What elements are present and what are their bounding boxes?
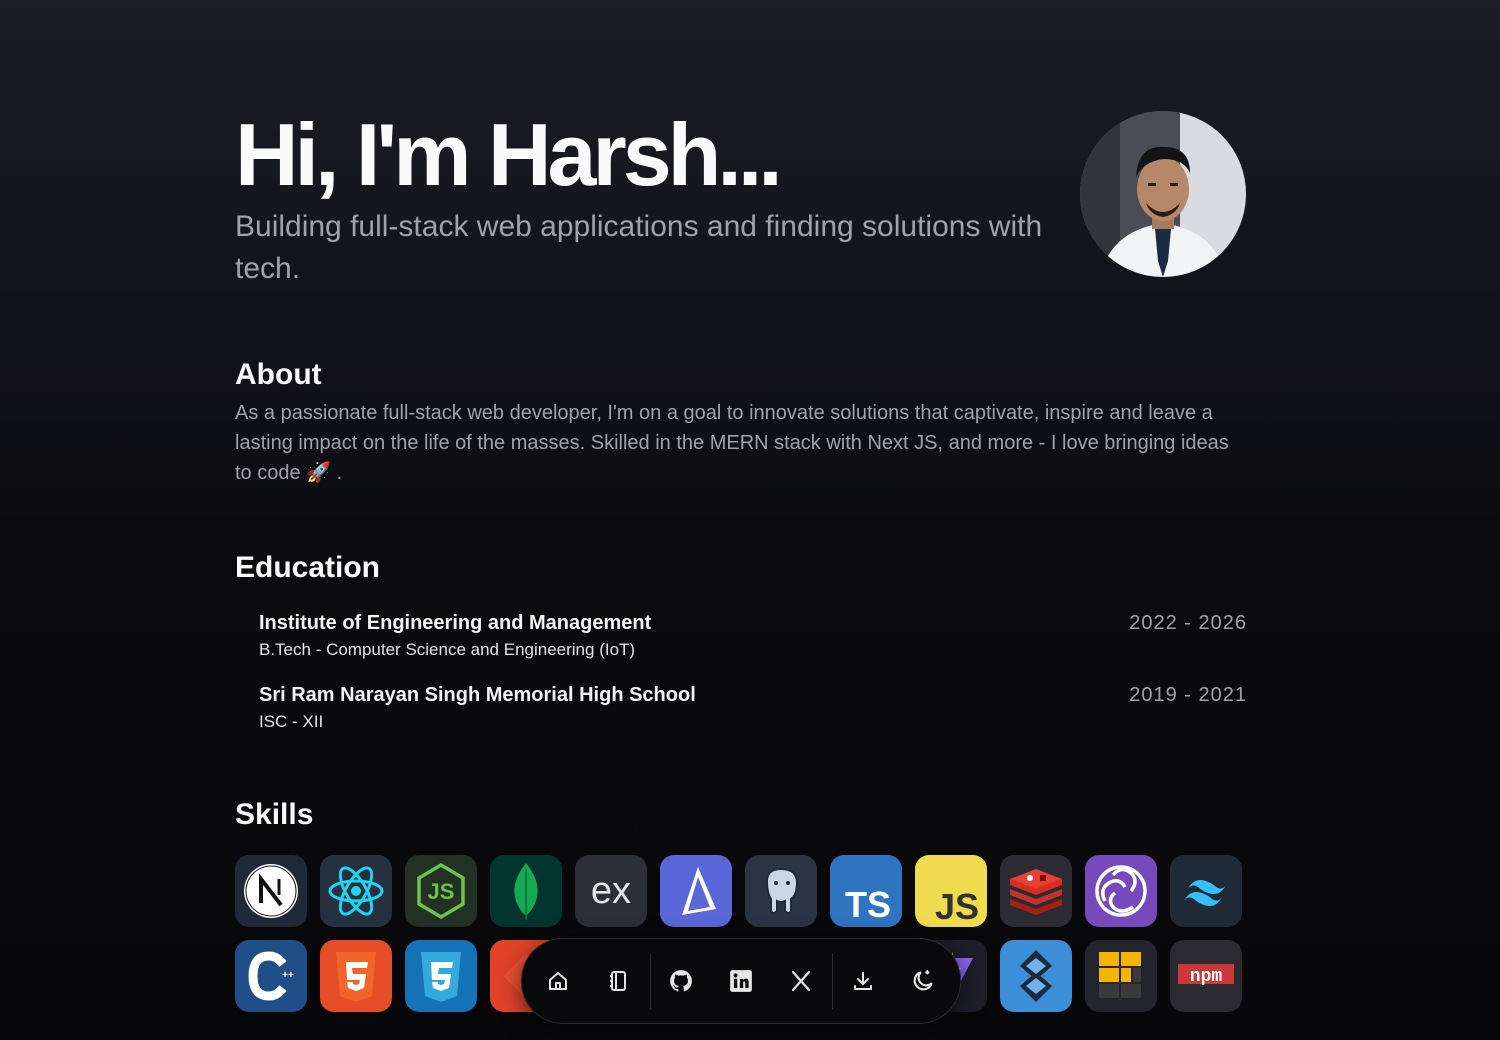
x-icon[interactable] (779, 959, 823, 1003)
theme-toggle-icon[interactable] (901, 959, 945, 1003)
redis-icon (1000, 855, 1072, 927)
dock-divider (832, 953, 833, 1009)
avatar (1080, 111, 1246, 277)
avatar-photo (1080, 111, 1246, 277)
floating-dock (521, 938, 961, 1024)
postgresql-icon (745, 855, 817, 927)
typescript-icon: TS (830, 855, 902, 927)
appwrite-icon (1085, 940, 1157, 1012)
tailwind-icon (1170, 855, 1242, 927)
education-degree: B.Tech - Computer Science and Engineerin… (259, 640, 636, 659)
react-icon (320, 855, 392, 927)
education-dates: 2019 - 2021 (1129, 684, 1247, 706)
nextjs-icon (235, 855, 307, 927)
download-icon[interactable] (841, 959, 885, 1003)
education-item[interactable]: Sri Ram Narayan Singh Memorial High Scho… (259, 684, 1247, 734)
html5-icon (320, 940, 392, 1012)
express-icon: ex (575, 855, 647, 927)
skills-heading: Skills (235, 798, 314, 831)
notebook-icon[interactable] (596, 959, 640, 1003)
prisma-icon (660, 855, 732, 927)
mongodb-icon (490, 855, 562, 927)
redux-icon (1085, 855, 1157, 927)
typescript-label: TS (845, 884, 891, 925)
svg-text:++: ++ (282, 970, 294, 981)
nodejs-icon: JS (405, 855, 477, 927)
express-label: ex (591, 870, 631, 912)
about-heading: About (235, 358, 322, 391)
css3-icon (405, 940, 477, 1012)
education-degree: ISC - XII (259, 712, 324, 731)
education-dates: 2022 - 2026 (1129, 612, 1247, 634)
hero-subtitle: Building full-stack web applications and… (235, 210, 1043, 285)
github-icon[interactable] (659, 959, 703, 1003)
javascript-icon: JS (915, 855, 987, 927)
education-school: Sri Ram Narayan Singh Memorial High Scho… (259, 684, 696, 706)
cplusplus-icon: ++ (235, 940, 307, 1012)
javascript-label: JS (935, 886, 979, 927)
npm-label: npm (1190, 967, 1223, 987)
education-item[interactable]: Institute of Engineering and Management … (259, 612, 1247, 662)
hero-title: Hi, I'm Harsh... (235, 105, 783, 204)
svg-text:JS: JS (428, 879, 455, 904)
education-school: Institute of Engineering and Management (259, 612, 652, 634)
about-text: As a passionate full-stack web developer… (235, 402, 1229, 484)
linkedin-icon[interactable] (719, 959, 763, 1003)
home-icon[interactable] (536, 959, 580, 1003)
npm-icon: npm (1170, 940, 1242, 1012)
dock-divider (650, 953, 651, 1009)
solidity-icon (1000, 940, 1072, 1012)
education-heading: Education (235, 551, 381, 584)
